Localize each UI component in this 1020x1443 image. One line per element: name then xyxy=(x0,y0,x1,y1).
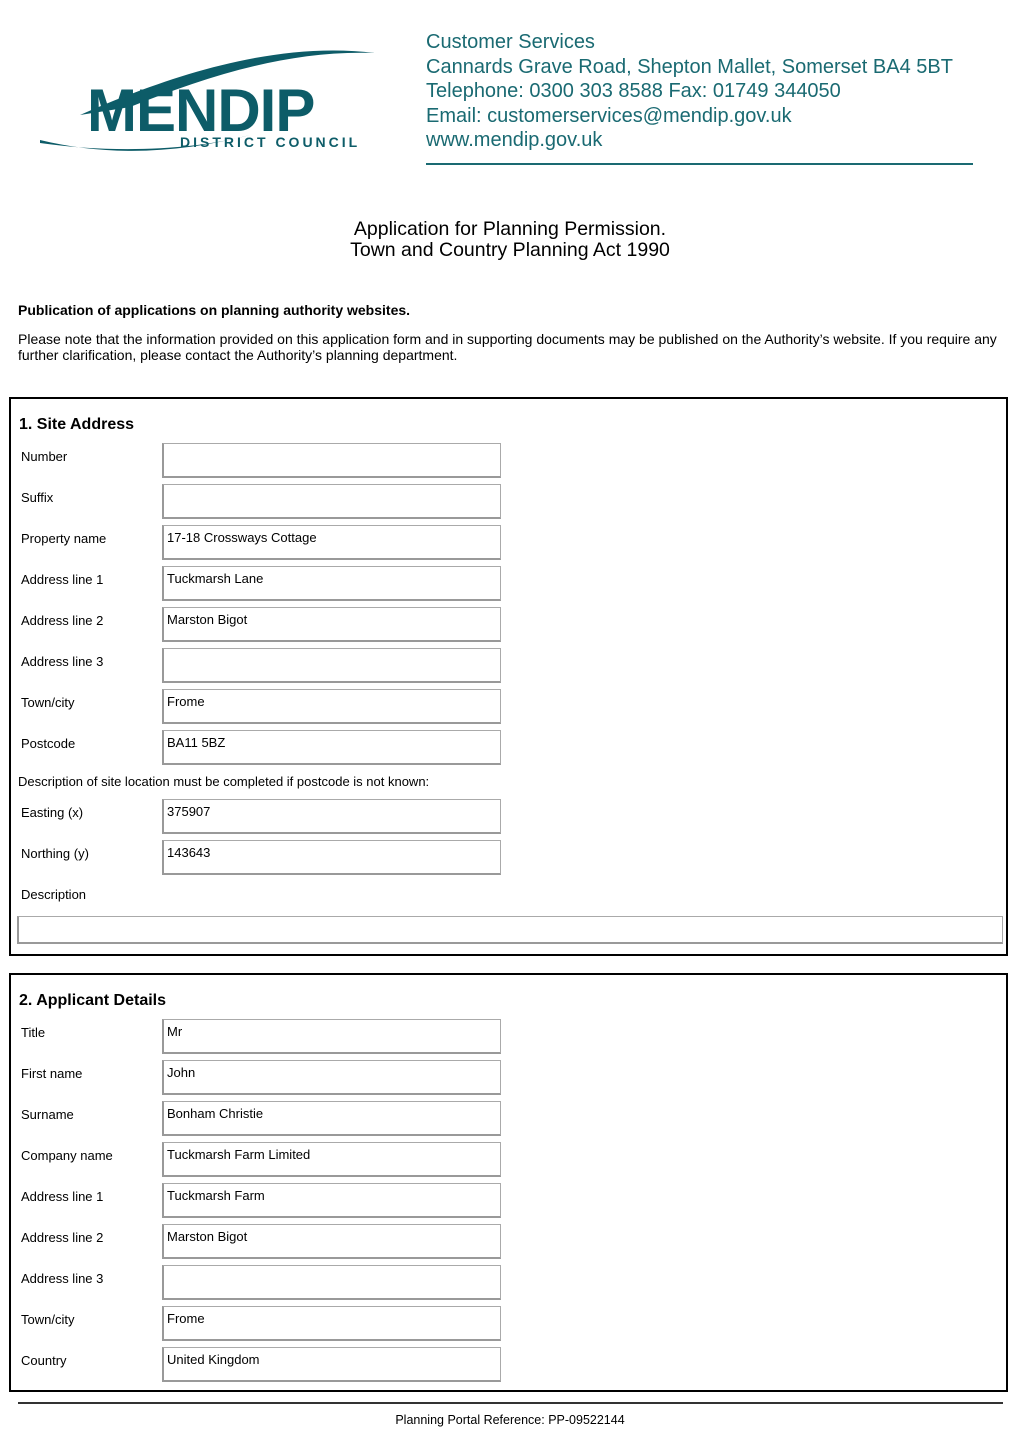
company-name-field[interactable]: Tuckmarsh Farm Limited xyxy=(162,1142,501,1177)
applicant-address-line-3-field[interactable] xyxy=(162,1265,501,1300)
field-label-town-city: Town/city xyxy=(21,1312,75,1327)
field-label-address-line-1: Address line 1 xyxy=(21,572,104,587)
address-line-2-field[interactable]: Marston Bigot xyxy=(162,607,501,642)
field-label-address-line-1: Address line 1 xyxy=(21,1189,104,1204)
postcode-field[interactable]: BA11 5BZ xyxy=(162,730,501,765)
field-label-address-line-3: Address line 3 xyxy=(21,1271,104,1286)
logo-swoosh-icon: MENDIP DISTRICT COUNCIL xyxy=(40,50,375,151)
description-field[interactable] xyxy=(17,916,1003,944)
logo-subname: DISTRICT COUNCIL xyxy=(180,134,360,150)
field-label-postcode: Postcode xyxy=(21,736,76,751)
title-field[interactable]: Mr xyxy=(162,1019,501,1054)
contact-phone: Telephone: 0300 303 8588 Fax: 01749 3440… xyxy=(426,80,841,103)
publication-text: Please note that the information provide… xyxy=(18,331,997,363)
country-field[interactable]: United Kingdom xyxy=(162,1347,501,1382)
applicant-address-line-1-field[interactable]: Tuckmarsh Farm xyxy=(162,1183,501,1218)
section-title: 1. Site Address xyxy=(19,416,135,433)
location-note: Description of site location must be com… xyxy=(18,774,430,789)
field-label-property-name: Property name xyxy=(21,531,107,546)
town-city-field[interactable]: Frome xyxy=(162,689,501,724)
applicant-town-city-field[interactable]: Frome xyxy=(162,1306,501,1341)
field-label-number: Number xyxy=(21,449,68,464)
field-label-northing: Northing (y) xyxy=(21,846,89,861)
title-line-2: Town and Country Planning Act 1990 xyxy=(350,239,670,261)
field-label-country: Country xyxy=(21,1353,67,1368)
easting-field[interactable]: 375907 xyxy=(162,799,501,834)
field-label-town-city: Town/city xyxy=(21,695,75,710)
contact-email[interactable]: Email: customerservices@mendip.gov.uk xyxy=(426,104,953,129)
field-label-suffix: Suffix xyxy=(21,490,54,505)
field-label-surname: Surname xyxy=(21,1107,74,1122)
footer-divider xyxy=(18,1402,1003,1404)
contact-address: Cannards Grave Road, Shepton Mallet, Som… xyxy=(426,55,953,78)
page-title: Application for Planning Permission. Tow… xyxy=(0,219,1020,261)
suffix-field[interactable] xyxy=(162,484,501,519)
field-label-address-line-2: Address line 2 xyxy=(21,1230,104,1245)
field-label-company-name: Company name xyxy=(21,1148,113,1163)
contact-department: Customer Services xyxy=(426,31,595,53)
address-line-1-field[interactable]: Tuckmarsh Lane xyxy=(162,566,501,601)
field-label-easting: Easting (x) xyxy=(21,805,84,820)
applicant-details-section: 2. Applicant Details Title Mr First name… xyxy=(9,973,1008,1392)
property-name-field[interactable]: 17-18 Crossways Cottage xyxy=(162,525,501,560)
field-label-address-line-2: Address line 2 xyxy=(21,613,104,628)
field-label-first-name: First name xyxy=(21,1066,83,1081)
surname-field[interactable]: Bonham Christie xyxy=(162,1101,501,1136)
section-title: 2. Applicant Details xyxy=(19,992,166,1009)
council-logo: MENDIP DISTRICT COUNCIL xyxy=(40,45,385,160)
contact-website[interactable]: www.mendip.gov.uk xyxy=(426,128,953,153)
title-line-1: Application for Planning Permission. xyxy=(353,218,667,240)
northing-field[interactable]: 143643 xyxy=(162,840,501,875)
number-field[interactable] xyxy=(162,443,501,478)
portal-reference: Planning Portal Reference: PP-09522144 xyxy=(395,1413,625,1427)
applicant-address-line-2-field[interactable]: Marston Bigot xyxy=(162,1224,501,1259)
site-address-section: 1. Site Address Number Suffix Property n… xyxy=(9,397,1008,956)
field-label-address-line-3: Address line 3 xyxy=(21,654,104,669)
publication-heading: Publication of applications on planning … xyxy=(18,302,411,318)
contact-block: Customer Services Cannards Grave Road, S… xyxy=(426,30,953,153)
header-divider xyxy=(426,163,973,165)
field-label-title: Title xyxy=(21,1025,46,1040)
first-name-field[interactable]: John xyxy=(162,1060,501,1095)
field-label-description: Description xyxy=(21,887,87,902)
address-line-3-field[interactable] xyxy=(162,648,501,683)
